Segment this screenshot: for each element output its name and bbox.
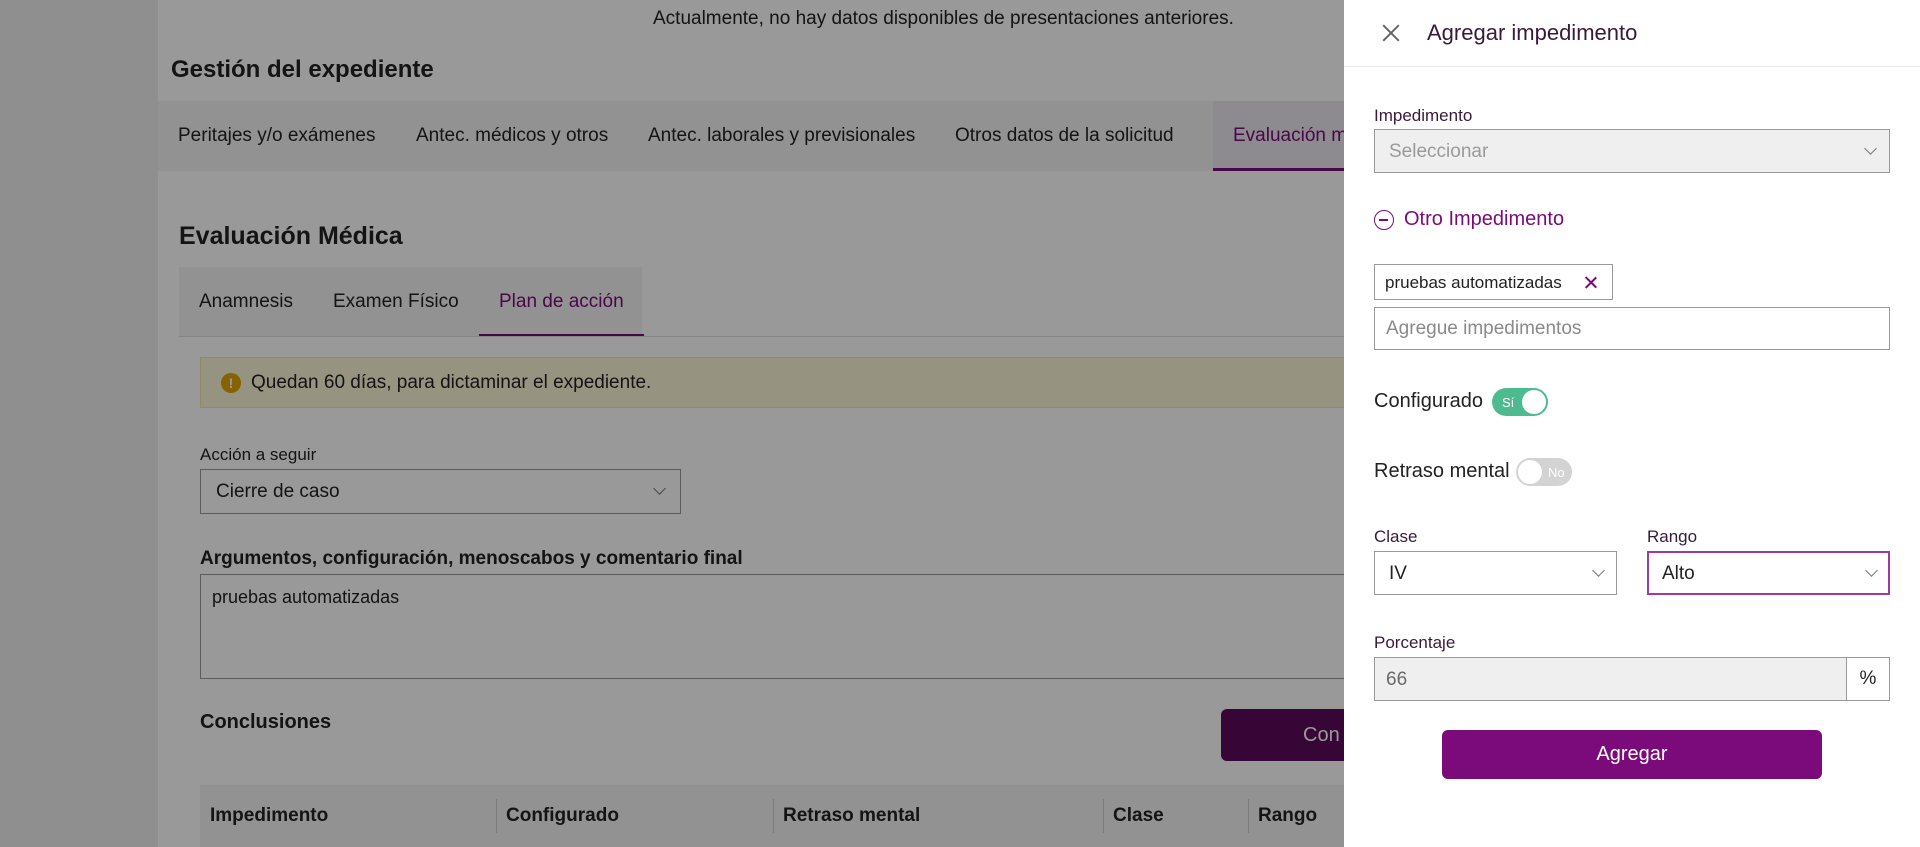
impedimento-chip: pruebas automatizadas	[1374, 264, 1613, 300]
percent-suffix: %	[1846, 657, 1890, 701]
agregue-impedimentos-input[interactable]	[1374, 307, 1890, 350]
clase-label: Clase	[1374, 527, 1418, 546]
rango-value: Alto	[1662, 563, 1695, 584]
configurado-label: Configurado	[1374, 390, 1483, 412]
toggle-knob	[1522, 390, 1546, 414]
impedimento-label: Impedimento	[1374, 106, 1473, 125]
otro-impedimento-label: Otro Impedimento	[1404, 208, 1565, 230]
porcentaje-field: 66 %	[1374, 657, 1890, 701]
chip-label: pruebas automatizadas	[1385, 273, 1562, 292]
impedimento-placeholder: Seleccionar	[1389, 141, 1489, 162]
toggle-state-label: Sí	[1502, 395, 1515, 410]
drawer-header: Agregar impedimento	[1344, 0, 1920, 67]
toggle-knob	[1518, 460, 1542, 484]
minus-circle-icon	[1374, 210, 1394, 230]
rango-label: Rango	[1647, 527, 1698, 546]
impedimento-select[interactable]: Seleccionar	[1374, 129, 1890, 173]
agregar-button[interactable]: Agregar	[1442, 730, 1822, 779]
toggle-state-label: No	[1548, 465, 1565, 480]
close-icon[interactable]	[1380, 22, 1402, 44]
clase-select[interactable]: IV	[1374, 551, 1617, 595]
chevron-down-icon	[1592, 564, 1605, 577]
retraso-mental-label: Retraso mental	[1374, 460, 1510, 482]
porcentaje-value: 66	[1386, 669, 1408, 690]
retraso-mental-toggle[interactable]: No	[1516, 458, 1572, 486]
close-icon[interactable]	[1584, 276, 1597, 289]
porcentaje-input[interactable]: 66	[1374, 657, 1847, 701]
chevron-down-icon	[1864, 142, 1877, 155]
clase-value: IV	[1389, 563, 1407, 584]
drawer-title: Agregar impedimento	[1427, 20, 1638, 45]
configurado-toggle[interactable]: Sí	[1492, 388, 1548, 416]
agregar-impedimento-drawer: Agregar impedimento Impedimento Seleccio…	[1344, 0, 1920, 847]
rango-select[interactable]: Alto	[1647, 551, 1890, 595]
porcentaje-label: Porcentaje	[1374, 633, 1456, 652]
chevron-down-icon	[1865, 564, 1878, 577]
